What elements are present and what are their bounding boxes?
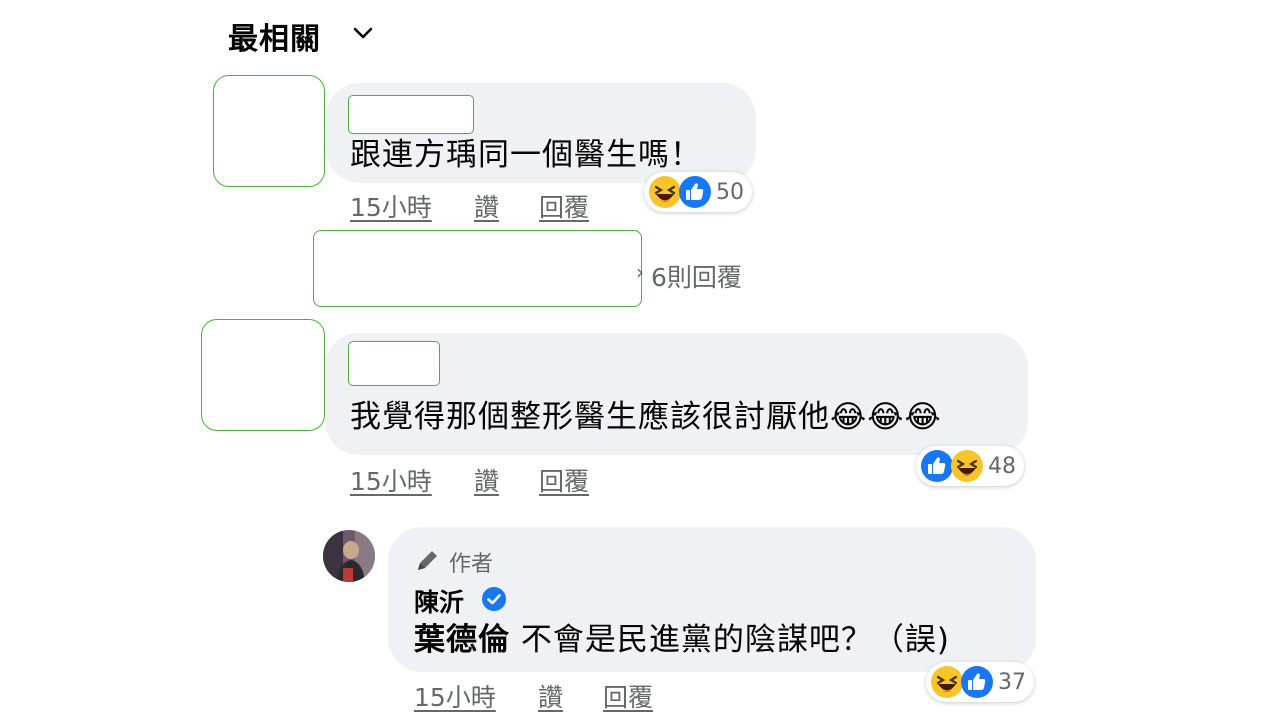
comment-text: 跟連方瑀同一個醫生嗎！ bbox=[350, 137, 702, 173]
haha-icon bbox=[648, 175, 682, 209]
author-avatar[interactable] bbox=[323, 530, 375, 582]
comment-timestamp[interactable]: 15小時 bbox=[414, 678, 496, 714]
commenter-name-placeholder[interactable] bbox=[348, 341, 440, 386]
like-button[interactable]: 讚 bbox=[474, 188, 499, 224]
like-icon bbox=[920, 449, 954, 483]
reply-button[interactable]: 回覆 bbox=[539, 462, 589, 498]
reaction-count: 48 bbox=[988, 453, 1016, 479]
author-badge-label: 作者 bbox=[449, 552, 494, 577]
verified-badge-icon bbox=[481, 586, 507, 612]
like-icon bbox=[678, 175, 712, 209]
reply-arrow-icon: › bbox=[636, 260, 644, 284]
reaction-count: 37 bbox=[998, 669, 1026, 695]
reaction-count: 50 bbox=[716, 179, 744, 205]
haha-icon bbox=[950, 449, 984, 483]
reply-text: 葉德倫 不會是民進黨的陰謀吧？（誤) bbox=[414, 620, 950, 660]
reply-text-body: 不會是民進黨的陰謀吧？（誤) bbox=[510, 622, 950, 658]
like-icon bbox=[960, 665, 994, 699]
reaction-summary[interactable]: 37 bbox=[926, 662, 1034, 702]
laughing-emoji: 😂😂😂 bbox=[830, 399, 942, 435]
comment-timestamp[interactable]: 15小時 bbox=[350, 462, 432, 498]
sort-label[interactable]: 最相關 bbox=[228, 14, 321, 58]
reaction-summary[interactable]: 50 bbox=[644, 172, 752, 212]
like-button[interactable]: 讚 bbox=[474, 462, 499, 498]
avatar-placeholder[interactable] bbox=[201, 319, 325, 431]
author-name[interactable]: 陳沂 bbox=[414, 583, 464, 619]
reply-button[interactable]: 回覆 bbox=[539, 188, 589, 224]
commenter-name-placeholder[interactable] bbox=[348, 95, 474, 134]
comment-timestamp[interactable]: 15小時 bbox=[350, 188, 432, 224]
replies-preview-placeholder[interactable] bbox=[313, 230, 642, 307]
reaction-summary[interactable]: 48 bbox=[916, 446, 1024, 486]
comment-text: 我覺得那個整形醫生應該很討厭他😂😂😂 bbox=[350, 397, 942, 437]
mention-link[interactable]: 葉德倫 bbox=[414, 622, 510, 658]
pencil-icon bbox=[414, 546, 442, 574]
comment-text-body: 我覺得那個整形醫生應該很討厭他 bbox=[350, 399, 830, 435]
chevron-down-icon[interactable] bbox=[350, 20, 376, 46]
haha-icon bbox=[930, 665, 964, 699]
avatar-placeholder[interactable] bbox=[213, 75, 325, 187]
reply-button[interactable]: 回覆 bbox=[603, 678, 653, 714]
like-button[interactable]: 讚 bbox=[538, 678, 563, 714]
view-replies-link[interactable]: 6則回覆 bbox=[651, 258, 742, 294]
